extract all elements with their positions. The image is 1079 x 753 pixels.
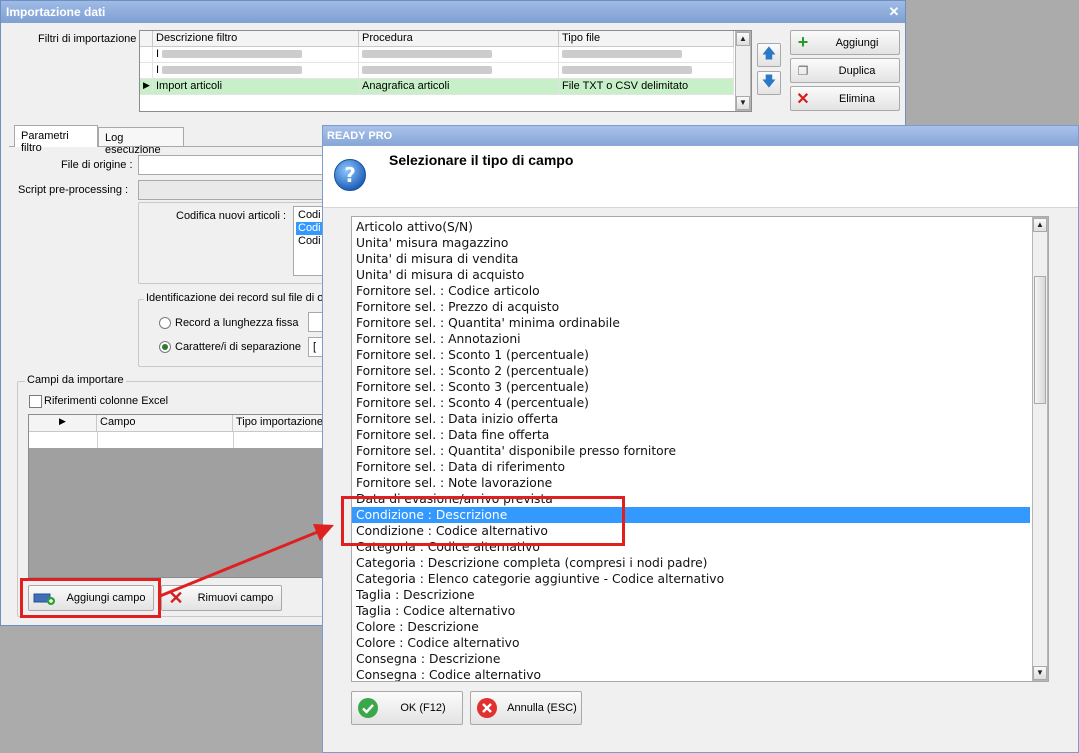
tab-parametri-filtro[interactable]: Parametri filtro (14, 125, 98, 154)
annotation-arrow-icon (159, 524, 334, 598)
